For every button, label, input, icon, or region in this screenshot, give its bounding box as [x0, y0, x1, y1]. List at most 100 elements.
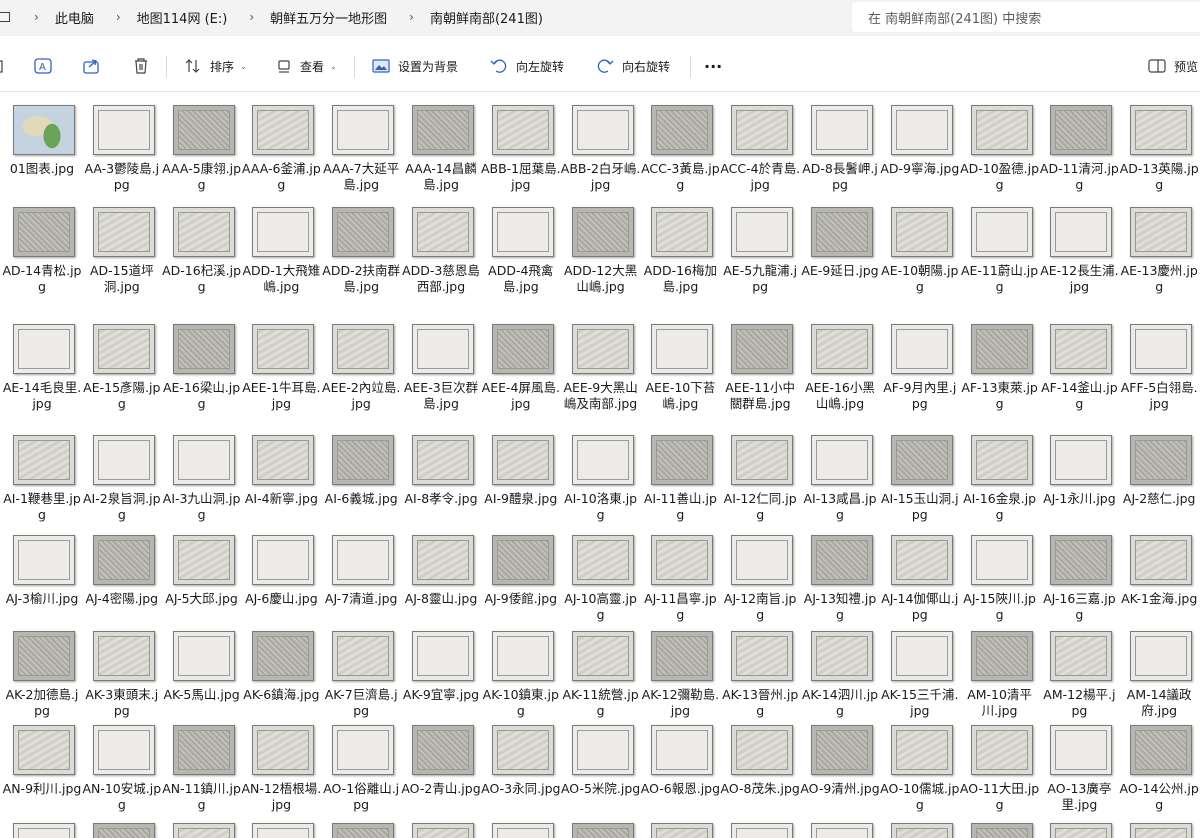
file-name: AK-12彌勒島.jpg [641, 687, 720, 718]
file-thumbnail [13, 631, 75, 681]
chevron-down-icon: ⌄ [240, 61, 247, 71]
file-thumbnail [651, 324, 714, 374]
file-name: AFF-5白翎島.jpg [1120, 380, 1198, 411]
file-name: AI-2泉旨洞.jpg [83, 491, 161, 522]
file-thumbnail [1050, 324, 1113, 374]
file-thumbnail [332, 105, 395, 155]
file-thumbnail [412, 725, 474, 775]
share-icon [83, 59, 99, 74]
file-name: AJ-5大邱.jpg [165, 591, 238, 606]
file-thumbnail [252, 535, 315, 585]
share-button[interactable] [82, 42, 102, 90]
file-thumbnail [491, 631, 554, 681]
file-thumbnail [731, 823, 794, 838]
file-name: AK-1金海.jpg [1121, 591, 1198, 606]
file-thumbnail [890, 535, 953, 585]
file-name: AD-11清河.jpg [1039, 161, 1119, 192]
file-thumbnail [651, 823, 714, 838]
file-name: AI-6義城.jpg [324, 491, 398, 506]
file-name: AI-8孝令.jpg [404, 491, 478, 506]
new-button[interactable] [0, 42, 6, 90]
file-thumbnail [172, 725, 235, 775]
file-name: AK-3東頭末.jpg [85, 687, 159, 718]
file-name: AK-14泗川.jpg [801, 687, 879, 718]
search-input[interactable]: 在 南朝鲜南部(241图) 中搜索 [852, 2, 1200, 32]
file-name: AI-1鞭巷里.jpg [3, 491, 81, 522]
toolbar-divider [166, 56, 167, 78]
file-name: AK-7巨濟島.jpg [324, 687, 398, 718]
view-icon [278, 60, 290, 73]
set-as-background-button[interactable]: 设置为背景 [372, 42, 458, 90]
file-name: AO-5米院.jpg [560, 781, 641, 796]
file-thumbnail [1050, 435, 1113, 485]
file-name: AAA-14昌麟島.jpg [405, 161, 477, 192]
file-thumbnail [651, 435, 714, 485]
file-thumbnail [1050, 535, 1113, 585]
file-thumbnail [651, 207, 714, 257]
file-thumbnail [1130, 324, 1193, 374]
file-thumbnail [491, 105, 554, 155]
file-name: AO-14公州.jpg [1119, 781, 1199, 812]
view-button[interactable]: 查看 ⌄ [276, 42, 337, 90]
file-name: AF-14釜山.jpg [1041, 380, 1118, 411]
file-name: AI-12仁同.jpg [723, 491, 797, 522]
file-name: AM-14議政府.jpg [1126, 687, 1192, 718]
file-name: AF-9月內里.jpg [883, 380, 957, 411]
file-name: AJ-1永川.jpg [1043, 491, 1116, 506]
rotate-right-button[interactable]: 向右旋转 [596, 42, 670, 90]
file-name: AEE-11小中關群島.jpg [725, 380, 796, 411]
file-name: AE-13慶州.jpg [1120, 263, 1198, 294]
file-name: AK-13晉州.jpg [722, 687, 799, 718]
file-name: AO-2青山.jpg [401, 781, 481, 796]
file-name: AI-15玉山洞.jpg [880, 491, 959, 522]
file-name: ACC-3黃島.jpg [641, 161, 720, 192]
file-thumbnail [970, 823, 1033, 838]
sort-button[interactable]: 排序 ⌄ [184, 42, 247, 90]
file-thumbnail [970, 105, 1033, 155]
delete-button[interactable] [132, 42, 150, 90]
file-name: AJ-12南旨.jpg [723, 591, 797, 622]
preview-pane-button[interactable]: 预览 [1148, 42, 1198, 90]
file-name: AO-8茂朱.jpg [720, 781, 800, 796]
file-thumbnail [811, 105, 873, 155]
file-thumbnail [811, 535, 873, 585]
file-name: ACC-4於青島.jpg [720, 161, 801, 192]
file-thumbnail [571, 207, 634, 257]
file-thumbnail [890, 105, 953, 155]
file-thumbnail [92, 725, 155, 775]
breadcrumb-item-drive[interactable]: › 地图114网 (E:) [94, 8, 228, 27]
file-name: ADD-16梅加島.jpg [643, 263, 717, 294]
file-thumbnail [811, 324, 873, 374]
file-thumbnail [1050, 631, 1113, 681]
rotate-left-button[interactable]: 向左旋转 [490, 42, 564, 90]
file-thumbnail [1130, 105, 1193, 155]
file-name: AE-16梁山.jpg [162, 380, 241, 411]
file-thumbnail [13, 725, 75, 775]
file-name: AN-11鎮川.jpg [162, 781, 241, 812]
breadcrumb-item-folder[interactable]: › 朝鲜五万分一地形图 [227, 8, 387, 27]
trash-icon [135, 58, 147, 74]
file-name: AM-12楊平.jpg [1043, 687, 1116, 718]
breadcrumb-item-pc[interactable]: › 此电脑 [24, 8, 94, 27]
more-options-button[interactable]: ··· [704, 42, 722, 90]
file-name: AF-13東萊.jpg [961, 380, 1038, 411]
file-name: AE-10朝陽.jpg [881, 263, 959, 294]
file-thumbnail [412, 631, 474, 681]
file-name: AJ-10高靈.jpg [564, 591, 637, 622]
file-name: AD-8長鬐岬.jpg [802, 161, 878, 192]
file-name: AO-1俗離山.jpg [323, 781, 400, 812]
chevron-right-icon: › [409, 10, 414, 24]
file-thumbnail [172, 105, 235, 155]
file-thumbnail [172, 631, 235, 681]
file-thumbnail [1130, 435, 1193, 485]
file-thumbnail [811, 435, 873, 485]
file-name: AK-9宜寧.jpg [402, 687, 480, 702]
file-thumbnail [731, 631, 794, 681]
file-name: AN-9利川.jpg [2, 781, 82, 796]
rename-button[interactable]: A [34, 42, 54, 90]
wallpaper-icon [372, 59, 390, 73]
breadcrumb-item-current[interactable]: › 南朝鲜南部(241图) [387, 8, 543, 27]
file-thumbnail [651, 631, 714, 681]
file-name: AD-13英陽.jpg [1119, 161, 1199, 192]
file-thumbnail [970, 207, 1033, 257]
